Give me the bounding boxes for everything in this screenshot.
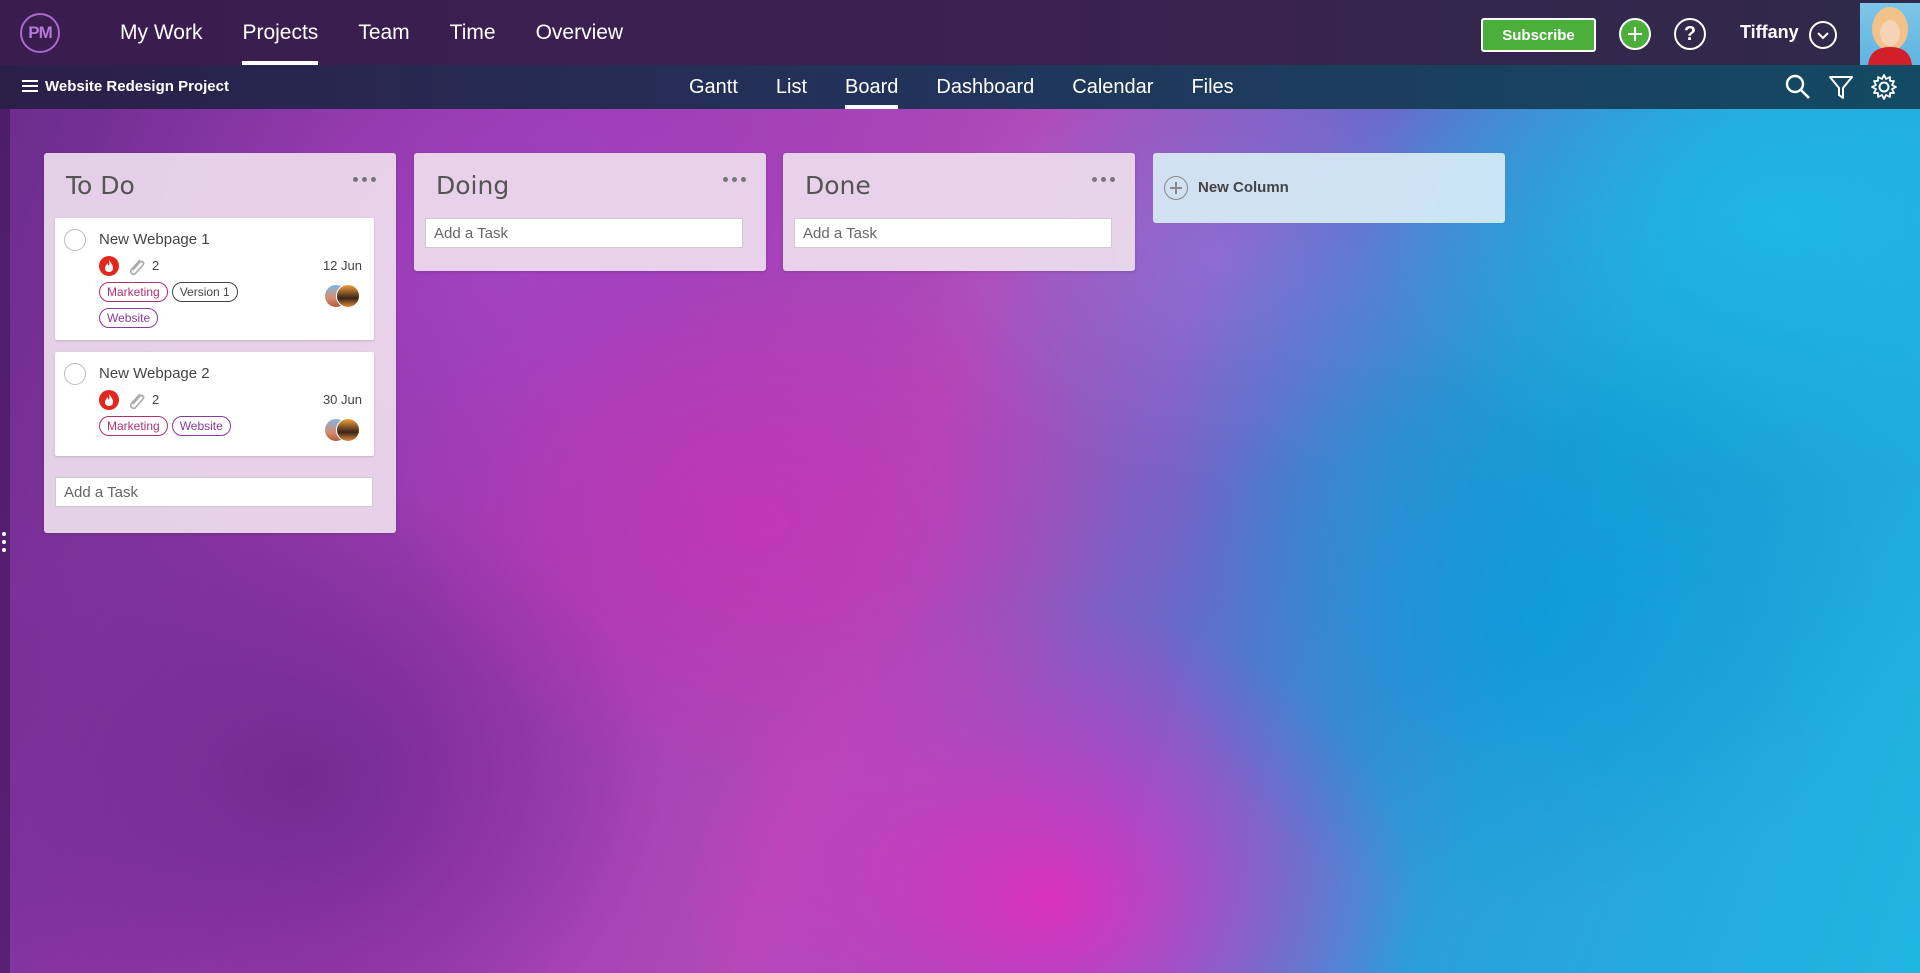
search-icon[interactable] xyxy=(1783,72,1813,102)
fire-icon xyxy=(99,390,119,410)
task-title[interactable]: New Webpage 1 xyxy=(99,231,210,248)
due-date: 12 Jun xyxy=(322,258,362,273)
column-title: Done xyxy=(805,171,871,200)
chevron-down-icon xyxy=(1817,32,1829,40)
user-name[interactable]: Tiffany xyxy=(1740,22,1799,43)
add-task-input[interactable] xyxy=(425,218,743,248)
subscribe-button[interactable]: Subscribe xyxy=(1481,18,1596,52)
new-column-button[interactable]: New Column xyxy=(1153,153,1505,223)
filter-icon[interactable] xyxy=(1826,72,1856,102)
top-navigation-bar: PM My Work Projects Team Time Overview S… xyxy=(0,0,1920,65)
column-title: Doing xyxy=(436,171,510,200)
tag-version-1[interactable]: Version 1 xyxy=(171,282,238,302)
tag-website[interactable]: Website xyxy=(171,416,231,436)
avatar xyxy=(336,418,360,442)
tag-marketing[interactable]: Marketing xyxy=(99,416,168,436)
attachment-count: 2 xyxy=(152,392,160,407)
task-complete-checkbox[interactable] xyxy=(64,363,86,385)
question-icon: ? xyxy=(1683,22,1697,45)
hamburger-menu-icon[interactable] xyxy=(22,80,38,92)
quick-add-button[interactable] xyxy=(1619,18,1651,50)
app-logo[interactable]: PM xyxy=(20,13,60,53)
tab-list[interactable]: List xyxy=(776,65,807,109)
attachment-count: 2 xyxy=(152,258,160,273)
nav-overview[interactable]: Overview xyxy=(536,0,624,65)
tag-list: Marketing Version 1 Website xyxy=(99,282,299,328)
add-task-input[interactable] xyxy=(794,218,1112,248)
paperclip-icon xyxy=(129,259,145,276)
nav-time[interactable]: Time xyxy=(450,0,496,65)
column-menu-button[interactable] xyxy=(353,177,376,182)
add-task-input[interactable] xyxy=(55,477,373,507)
due-date: 30 Jun xyxy=(322,392,362,407)
assignee-avatars[interactable] xyxy=(324,418,362,442)
tab-files[interactable]: Files xyxy=(1191,65,1233,109)
help-button[interactable]: ? xyxy=(1674,18,1706,50)
nav-my-work[interactable]: My Work xyxy=(120,0,202,65)
tag-marketing[interactable]: Marketing xyxy=(99,282,168,302)
board-column-doing: Doing xyxy=(414,153,766,271)
plus-circle-icon xyxy=(1164,176,1188,200)
avatar xyxy=(336,284,360,308)
main-nav: My Work Projects Team Time Overview xyxy=(100,0,643,65)
nav-projects[interactable]: Projects xyxy=(242,0,318,65)
tab-dashboard[interactable]: Dashboard xyxy=(936,65,1034,109)
column-menu-button[interactable] xyxy=(723,177,746,182)
tab-calendar[interactable]: Calendar xyxy=(1072,65,1153,109)
board-column-done: Done xyxy=(783,153,1135,271)
tag-list: Marketing Website xyxy=(99,416,299,436)
project-title[interactable]: Website Redesign Project xyxy=(45,78,229,95)
avatar[interactable] xyxy=(1860,3,1920,65)
task-complete-checkbox[interactable] xyxy=(64,229,86,251)
task-title[interactable]: New Webpage 2 xyxy=(99,365,210,382)
column-title: To Do xyxy=(66,171,135,200)
plus-icon xyxy=(1628,27,1642,41)
nav-team[interactable]: Team xyxy=(358,0,409,65)
assignee-avatars[interactable] xyxy=(324,284,362,308)
column-menu-button[interactable] xyxy=(1092,177,1115,182)
fire-icon xyxy=(99,256,119,276)
paperclip-icon xyxy=(129,393,145,410)
task-card[interactable]: New Webpage 1 2 12 Jun Marketing Version… xyxy=(55,218,374,340)
new-column-label: New Column xyxy=(1198,179,1289,196)
tag-website[interactable]: Website xyxy=(99,308,159,328)
view-nav: Gantt List Board Dashboard Calendar File… xyxy=(670,65,1253,109)
sidebar-resize-handle[interactable] xyxy=(2,532,6,552)
user-menu-button[interactable] xyxy=(1809,21,1837,49)
task-card[interactable]: New Webpage 2 2 30 Jun Marketing Website xyxy=(55,352,374,456)
tab-gantt[interactable]: Gantt xyxy=(689,65,738,109)
tab-board[interactable]: Board xyxy=(845,65,899,109)
board-column-todo: To Do New Webpage 1 2 12 Jun Marketing V… xyxy=(44,153,396,533)
gear-icon[interactable] xyxy=(1869,72,1899,102)
